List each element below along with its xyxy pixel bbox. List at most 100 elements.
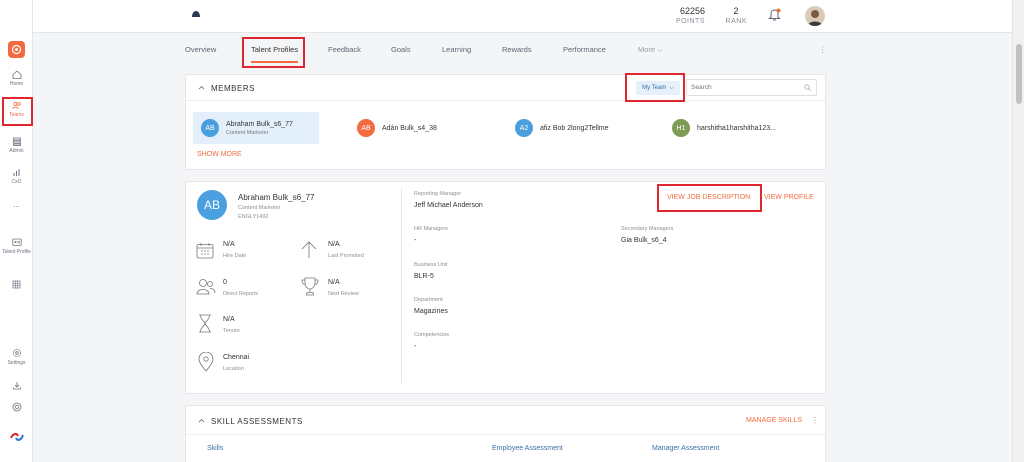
manage-skills-link[interactable]: MANAGE SKILLS <box>746 417 802 424</box>
skill-assessments-card: SKILL ASSESSMENTS MANAGE SKILLS ⋮ <box>185 405 826 462</box>
hr-managers-label: HR Managers <box>414 226 448 232</box>
left-navigation-rail: Home Teams Admin CxO ... Talent Profile … <box>0 0 33 462</box>
sidebar-item-admin[interactable]: Admin <box>0 137 33 154</box>
chevron-up-icon[interactable] <box>198 85 205 90</box>
tenure-label: Tenure <box>223 328 240 334</box>
skill-assessments-title: SKILL ASSESSMENTS <box>211 417 303 426</box>
app-logo-icon[interactable] <box>8 41 25 58</box>
member-card-0[interactable]: AB Abraham Bulk_s6_77 Content Marketer <box>193 112 319 144</box>
member-role: Content Marketer <box>226 129 269 136</box>
tab-overview[interactable]: Overview <box>185 45 216 54</box>
sidebar-item-label: Admin <box>9 148 24 154</box>
download-button[interactable] <box>0 381 33 390</box>
member-card-3[interactable]: H1 harshitha1harshitha123... <box>672 112 776 144</box>
highlight-box-view-job-description <box>657 184 762 212</box>
sidebar-item-settings[interactable]: Settings <box>0 348 33 366</box>
more-icon: ... <box>13 200 20 209</box>
profile-card <box>185 181 826 394</box>
competencies-value: - <box>414 343 417 350</box>
member-name: harshitha1harshitha123... <box>697 124 776 132</box>
search-box[interactable] <box>686 79 817 96</box>
sidebar-item-label: Settings <box>7 360 26 366</box>
profile-card-icon <box>11 238 22 246</box>
tab-feedback[interactable]: Feedback <box>328 45 361 54</box>
brand-logo <box>0 431 33 443</box>
tab-more[interactable]: More ⌵ <box>638 45 663 55</box>
last-promoted-value: N/A <box>328 241 340 248</box>
search-icon <box>804 84 811 91</box>
highlight-box-talent-profiles <box>242 37 305 68</box>
member-name: Adán Bulk_s4_38 <box>382 124 437 132</box>
top-bar: 62256 POINTS 2 RANK <box>33 0 1012 33</box>
gear-icon <box>12 349 21 357</box>
tab-goals[interactable]: Goals <box>391 45 411 54</box>
secondary-managers-label: Secondary Managers <box>621 226 674 232</box>
rank-label: RANK <box>725 18 747 25</box>
location-pin-icon <box>198 352 214 372</box>
profile-divider <box>401 188 402 383</box>
notification-bell-icon[interactable] <box>768 8 781 24</box>
people-icon <box>196 279 216 295</box>
member-avatar: AB <box>201 119 219 137</box>
sidebar-item-more[interactable]: ... <box>0 200 33 209</box>
column-header-skills[interactable]: Skills <box>207 445 223 452</box>
show-more-link[interactable]: SHOW MORE <box>197 151 242 158</box>
tab-more-label: More <box>638 45 656 54</box>
location-value: Chennai <box>223 354 250 361</box>
rank-stat: 2 RANK <box>725 6 747 25</box>
next-review-value: N/A <box>328 279 340 286</box>
skill-assessments-header: SKILL ASSESSMENTS MANAGE SKILLS ⋮ <box>186 406 825 435</box>
sidebar-item-cxo[interactable]: CxO <box>0 168 33 185</box>
user-avatar[interactable] <box>805 6 825 26</box>
points-stat: 62256 POINTS <box>675 6 705 25</box>
members-card-header: MEMBERS My Team ⌵ <box>186 75 825 101</box>
highlight-box-teams <box>2 97 33 126</box>
sidebar-item-label: Home <box>9 81 24 87</box>
tab-learning[interactable]: Learning <box>442 45 471 54</box>
sidebar-item-talent-profile[interactable]: Talent Profile <box>0 238 33 255</box>
column-header-employee-assessment[interactable]: Employee Assessment <box>492 445 563 452</box>
highlight-box-team-filter <box>625 73 685 102</box>
tab-performance[interactable]: Performance <box>563 45 606 54</box>
scrollbar-thumb[interactable] <box>1016 44 1022 104</box>
chevron-up-icon[interactable] <box>198 418 205 423</box>
reporting-manager-label: Reporting Manager <box>414 191 462 197</box>
admin-icon <box>12 137 21 146</box>
business-unit-value: BLR-5 <box>414 273 434 280</box>
tab-rewards[interactable]: Rewards <box>502 45 532 54</box>
member-card-2[interactable]: A2 afiz Bob 2long2Tellme <box>515 112 609 144</box>
download-icon <box>12 382 21 390</box>
profile-avatar: AB <box>197 190 227 220</box>
kebab-menu-icon[interactable]: ⋮ <box>819 45 827 54</box>
member-name: afiz Bob 2long2Tellme <box>540 124 609 132</box>
member-avatar: H1 <box>672 119 690 137</box>
column-header-manager-assessment[interactable]: Manager Assessment <box>652 445 719 452</box>
next-review-label: Next Review <box>328 291 359 297</box>
sidebar-item-label: CxO <box>11 179 22 185</box>
member-avatar: A2 <box>515 119 533 137</box>
reporting-manager-value[interactable]: Jeff Michael Anderson <box>414 202 483 209</box>
member-avatar: AB <box>357 119 375 137</box>
brand-swirl-icon <box>9 432 24 441</box>
grid-icon <box>12 280 21 289</box>
help-button[interactable] <box>0 402 33 412</box>
hire-date-label: Hire Date <box>223 253 247 259</box>
department-value: Magazines <box>414 308 448 315</box>
apps-grid-button[interactable] <box>0 280 33 289</box>
hourglass-icon <box>199 314 211 333</box>
points-label: POINTS <box>675 18 705 25</box>
view-profile-link[interactable]: VIEW PROFILE <box>764 194 814 201</box>
sidebar-item-home[interactable]: Home <box>0 70 33 87</box>
hr-managers-value: - <box>414 237 417 244</box>
page-scrollbar[interactable] <box>1012 0 1024 462</box>
secondary-managers-value[interactable]: Gia Bulk_s6_4 <box>621 237 667 244</box>
member-name: Abraham Bulk_s6_77 <box>226 120 293 128</box>
calendar-icon <box>196 243 214 259</box>
competencies-label: Competencies <box>414 332 450 338</box>
home-icon <box>12 70 21 79</box>
lifebuoy-icon <box>12 402 21 412</box>
member-card-1[interactable]: AB Adán Bulk_s4_38 <box>357 112 437 144</box>
search-input[interactable] <box>687 80 797 94</box>
kebab-menu-icon[interactable]: ⋮ <box>811 416 819 425</box>
hire-date-value: N/A <box>223 241 235 248</box>
